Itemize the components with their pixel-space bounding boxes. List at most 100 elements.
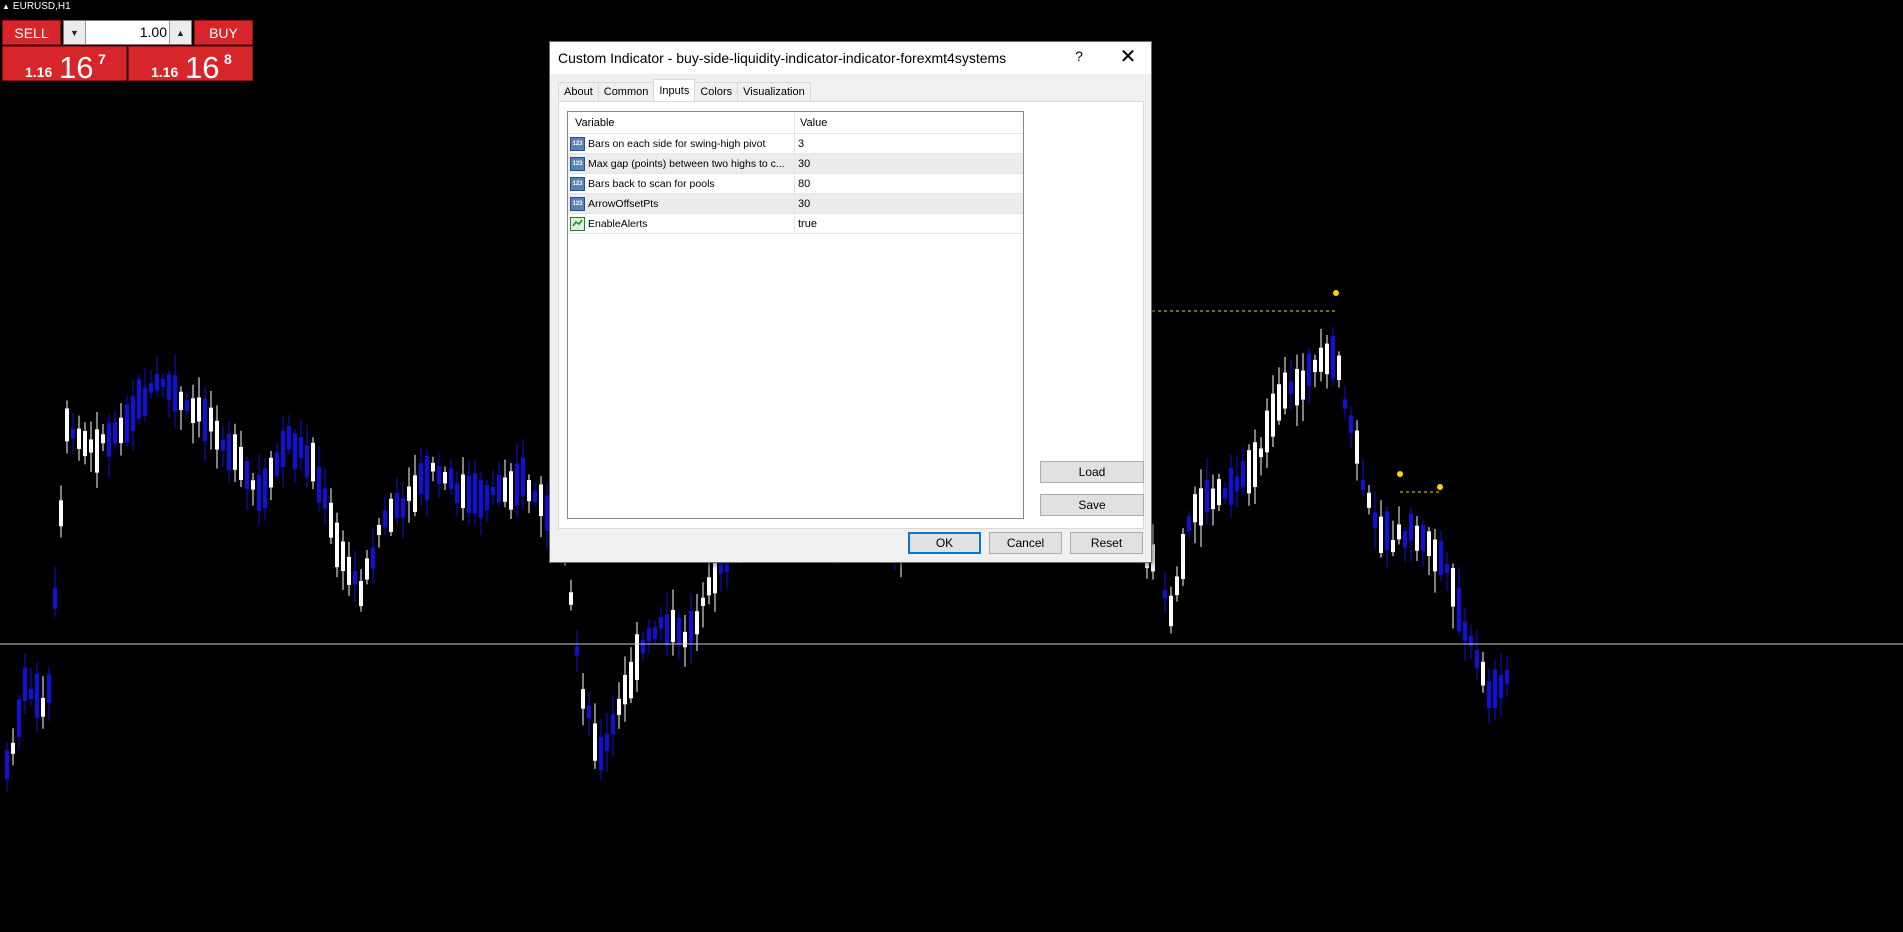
candle-body [1295, 368, 1299, 406]
candle-body [149, 382, 153, 393]
candle-body [593, 723, 597, 761]
candle-body [287, 426, 291, 450]
save-button[interactable]: Save [1040, 494, 1144, 516]
close-icon[interactable]: ✕ [1115, 45, 1141, 69]
candle-body [5, 749, 9, 780]
buy-price-button[interactable]: 1.16 16 8 [128, 46, 253, 85]
variable-name: Bars on each side for swing-high pivot [588, 137, 766, 150]
candle-body [1259, 448, 1263, 458]
table-row[interactable]: EnableAlerts true [568, 214, 1023, 234]
table-row[interactable]: 123 ArrowOffsetPts 30 [568, 194, 1023, 214]
candle-body [1229, 467, 1233, 505]
candle-body [1241, 461, 1245, 488]
candle-body [41, 698, 45, 717]
candle-body [1379, 516, 1383, 553]
candle-body [59, 500, 63, 527]
candle-body [221, 439, 225, 451]
buy-button[interactable]: BUY [194, 20, 253, 45]
variable-name: EnableAlerts [588, 217, 648, 230]
tab-colors[interactable]: Colors [694, 82, 739, 101]
candle-body [1343, 399, 1347, 409]
candle-body [623, 674, 627, 705]
column-header-variable[interactable]: Variable [568, 112, 795, 133]
table-row[interactable]: 123 Bars back to scan for pools 80 [568, 174, 1023, 194]
candle-body [1235, 476, 1239, 492]
tab-inputs[interactable]: Inputs [653, 79, 696, 101]
table-row[interactable]: 123 Bars on each side for swing-high piv… [568, 134, 1023, 154]
candle-body [503, 477, 507, 502]
candle-body [299, 436, 303, 458]
candle-body [473, 472, 477, 514]
candle-body [1247, 450, 1251, 494]
lot-size-stepper[interactable]: ▼ 1.00 ▲ [63, 20, 192, 45]
candle-body [1481, 661, 1485, 686]
candle-body [1499, 674, 1503, 699]
candle-body [131, 396, 135, 432]
column-header-value[interactable]: Value [795, 112, 1023, 133]
tab-about[interactable]: About [558, 82, 599, 101]
table-row[interactable]: 123 Max gap (points) between two highs t… [568, 154, 1023, 174]
candle-body [515, 463, 519, 506]
candle-body [281, 430, 285, 468]
candle-body [23, 667, 27, 701]
candle-body [377, 524, 381, 535]
candle-body [1475, 649, 1479, 669]
candle-body [527, 480, 531, 502]
candle-body [1427, 531, 1431, 556]
candle-body [1163, 590, 1167, 599]
candle-body [509, 471, 513, 510]
value-cell[interactable]: 30 [795, 194, 1023, 213]
candle-body [245, 460, 249, 489]
value-cell[interactable]: 30 [795, 154, 1023, 173]
lot-increase-icon[interactable]: ▲ [169, 21, 191, 44]
candle-body [599, 736, 603, 771]
candle-body [101, 434, 105, 444]
tab-visualization[interactable]: Visualization [737, 82, 811, 101]
candle-body [1409, 513, 1413, 541]
candle-body [257, 474, 261, 511]
candle-body [1355, 430, 1359, 464]
dialog-titlebar[interactable]: Custom Indicator - buy-side-liquidity-in… [550, 42, 1151, 74]
candle-body [647, 628, 651, 642]
sell-button[interactable]: SELL [2, 20, 61, 45]
candle-body [1505, 669, 1509, 684]
candle-body [1457, 587, 1461, 632]
value-cell[interactable]: 80 [795, 174, 1023, 193]
candle-body [1181, 534, 1185, 579]
candle-body [629, 661, 633, 699]
swing-high-dot [1437, 484, 1443, 490]
candle-body [581, 689, 585, 709]
candle-body [683, 631, 687, 648]
candle-body [1253, 442, 1257, 488]
collapse-triangle-icon[interactable]: ▲ [2, 2, 10, 11]
sell-price-fraction: 7 [98, 51, 106, 67]
candle-body [1451, 567, 1455, 607]
cancel-button[interactable]: Cancel [989, 532, 1062, 554]
reset-button[interactable]: Reset [1070, 532, 1143, 554]
tab-common[interactable]: Common [597, 82, 655, 101]
value-cell[interactable]: 3 [795, 134, 1023, 153]
candle-body [437, 466, 441, 485]
variable-cell: 123 ArrowOffsetPts [568, 194, 795, 213]
candle-body [1439, 540, 1443, 576]
value-cell[interactable]: true [795, 214, 1023, 233]
load-button[interactable]: Load [1040, 461, 1144, 483]
chart-symbol-label: ▲ EURUSD,H1 [2, 1, 71, 12]
sell-price-pips: 16 [59, 50, 94, 85]
candle-body [1277, 384, 1281, 421]
candle-body [689, 611, 693, 645]
variable-name: Bars back to scan for pools [588, 177, 715, 190]
candle-body [413, 475, 417, 512]
candle-body [95, 429, 99, 473]
candle-body [263, 468, 267, 509]
candle-body [401, 497, 405, 518]
lot-size-value[interactable]: 1.00 [88, 24, 167, 40]
ok-button[interactable]: OK [908, 532, 981, 554]
sell-price-button[interactable]: 1.16 16 7 [2, 46, 127, 85]
lot-decrease-icon[interactable]: ▼ [64, 21, 86, 44]
help-icon[interactable]: ? [1069, 48, 1089, 64]
candle-body [197, 397, 201, 422]
candle-body [383, 510, 387, 528]
candle-body [371, 547, 375, 569]
candle-body [659, 616, 663, 629]
